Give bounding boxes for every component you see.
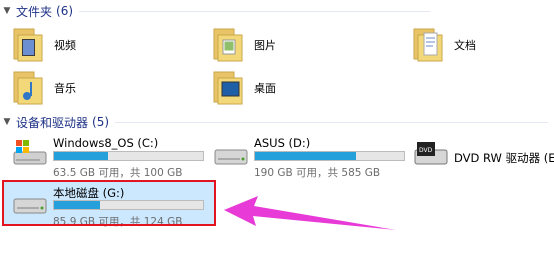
folder-videos[interactable]: 视频 [12,25,76,65]
drive-c[interactable]: Windows8_OS (C:) 63.5 GB 可用，共 100 GB [12,136,212,184]
folder-label: 文档 [454,39,476,52]
drive-usage-bar [53,151,204,161]
drive-space: 63.5 GB 可用，共 100 GB [53,167,183,179]
drive-e[interactable]: DVD DVD RW 驱动器 (E:) [413,136,554,184]
chevron-down-icon[interactable]: ▼ [0,6,14,16]
dvd-drive-icon: DVD [414,142,448,165]
drive-d[interactable]: ASUS (D:) 190 GB 可用，共 585 GB [213,136,413,184]
folder-label: 图片 [254,39,276,52]
drive-name: ASUS (D:) [254,136,311,150]
drive-name: DVD RW 驱动器 (E:) [454,151,554,165]
folder-label: 音乐 [54,82,76,95]
drives-group-header[interactable]: ▼ 设备和驱动器 (5) [0,114,548,130]
music-folder-icon [13,71,43,105]
documents-folder-icon [413,28,443,62]
drive-usage-fill [255,152,356,160]
svg-text:DVD: DVD [419,147,433,154]
folders-group-count: (6) [56,4,74,18]
drive-usage-bar [254,151,405,161]
video-folder-icon [13,28,43,62]
system-drive-icon [13,140,47,165]
drive-name: Windows8_OS (C:) [53,136,159,150]
folder-label: 视频 [54,39,76,52]
group-divider [79,10,430,12]
pictures-folder-icon [213,28,243,62]
chevron-down-icon[interactable]: ▼ [0,117,14,127]
drives-group-title: 设备和驱动器 [16,115,89,130]
folder-desktop[interactable]: 桌面 [212,68,276,108]
red-highlight-box [2,180,216,226]
hard-drive-icon [214,149,248,165]
drive-usage-fill [54,152,109,160]
folders-group-header[interactable]: ▼ 文件夹 (6) [0,3,430,19]
desktop-folder-icon [213,71,243,105]
folder-music[interactable]: 音乐 [12,68,76,108]
drives-group-count: (5) [92,115,110,129]
folders-group-title: 文件夹 [16,4,53,19]
folder-documents[interactable]: 文档 [412,25,476,65]
folder-pictures[interactable]: 图片 [212,25,276,65]
drive-space: 190 GB 可用，共 585 GB [254,167,381,179]
annotation-arrow [224,196,396,230]
folder-label: 桌面 [254,82,276,95]
group-divider [115,121,548,123]
